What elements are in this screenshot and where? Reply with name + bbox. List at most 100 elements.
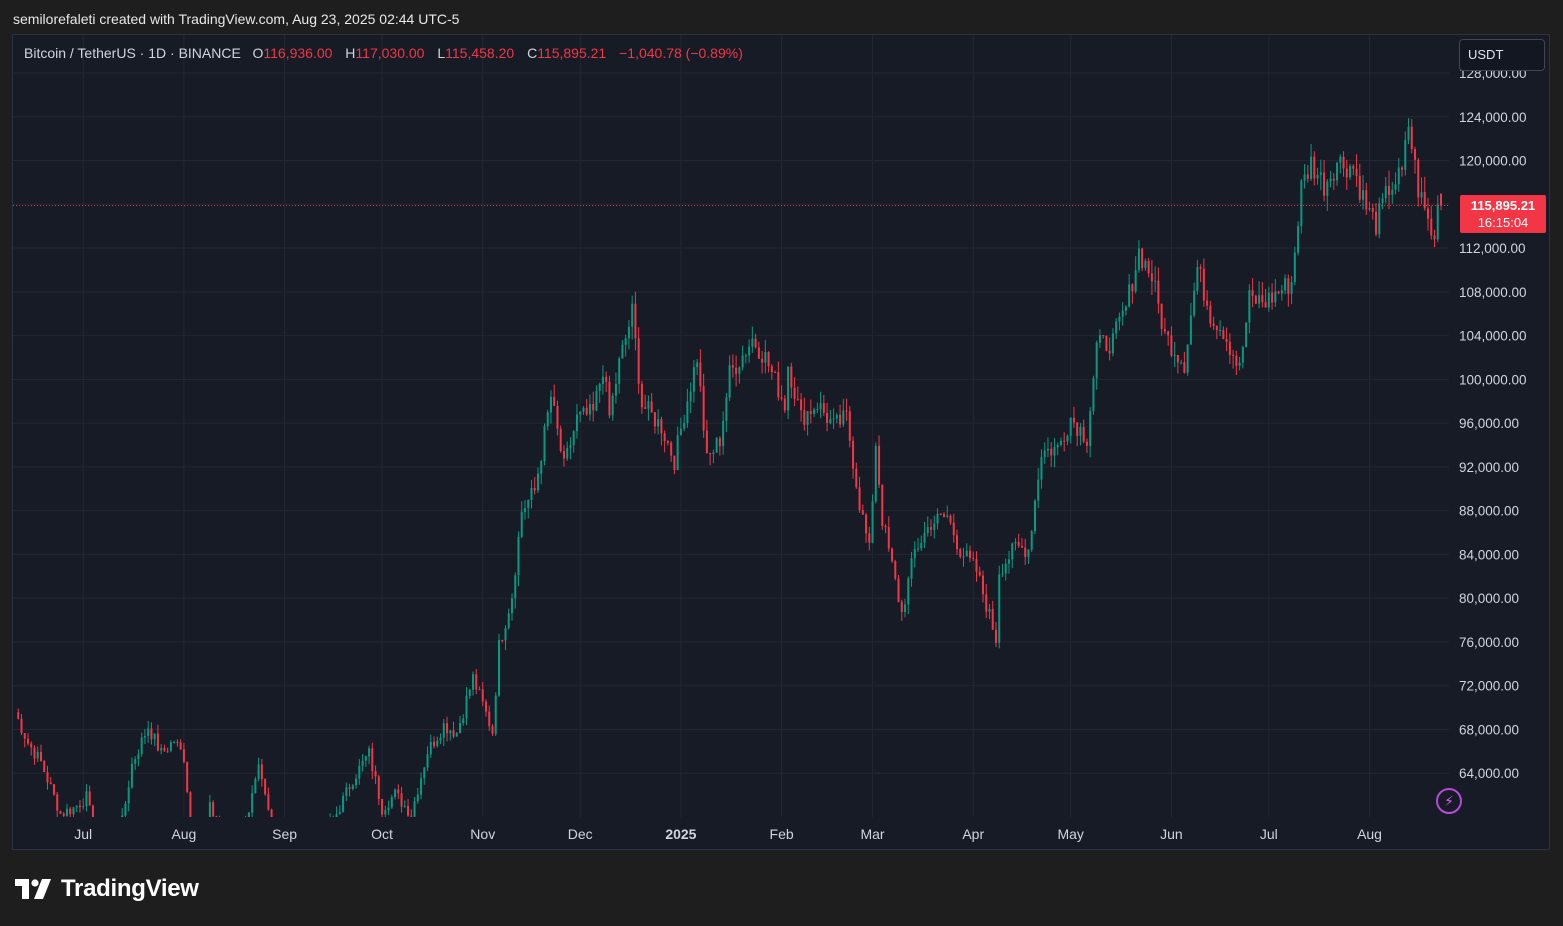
- candle-body: [783, 398, 786, 411]
- candle-body: [955, 535, 959, 550]
- candle-body: [166, 750, 169, 752]
- candle-body: [1196, 267, 1199, 291]
- candle-body: [481, 689, 484, 702]
- tradingview-logo-icon: [15, 879, 51, 899]
- candle-body: [852, 440, 855, 469]
- candle-body: [403, 805, 406, 807]
- candle-body: [657, 419, 660, 427]
- candle-body: [709, 453, 712, 455]
- candle-body: [78, 805, 81, 808]
- candle-body: [595, 390, 598, 411]
- candle-body: [806, 411, 809, 425]
- candle-body: [878, 445, 881, 485]
- candle-body: [1264, 302, 1267, 308]
- candle-body: [1313, 156, 1316, 179]
- candle-body: [780, 397, 783, 399]
- candle-body: [871, 501, 874, 543]
- candle-body: [608, 381, 611, 416]
- candle-body: [1063, 440, 1066, 442]
- candle-body: [689, 391, 692, 402]
- candle-body: [468, 689, 471, 696]
- candle-body: [484, 701, 488, 712]
- chart-panel[interactable]: 64,000.00 68,000.00 72,000.00 76,000.00 80,0…: [12, 34, 1550, 850]
- candle-body: [725, 397, 728, 421]
- candle-body: [1251, 290, 1254, 296]
- candle-body: [1040, 456, 1043, 480]
- candle-body: [1017, 542, 1020, 547]
- candle-body: [754, 338, 757, 348]
- candle-body: [1384, 185, 1387, 199]
- candle-body: [1420, 192, 1423, 198]
- candle-body: [1219, 329, 1222, 331]
- candle-body: [1368, 207, 1371, 210]
- candle-body: [1115, 321, 1118, 334]
- candle-body: [1349, 166, 1352, 178]
- candle-body: [1193, 290, 1196, 316]
- symbol-label[interactable]: Bitcoin / TetherUS · 1D · BINANCE: [24, 45, 241, 61]
- candle-body: [566, 447, 569, 459]
- candle-body: [1186, 344, 1189, 373]
- candle-body: [523, 508, 526, 512]
- currency-button[interactable]: USDT: [1459, 39, 1545, 71]
- candle-body: [917, 548, 920, 550]
- candle-body: [1267, 292, 1270, 308]
- candle-body: [1069, 417, 1072, 436]
- candle-body: [251, 793, 254, 813]
- candle-body: [1014, 542, 1017, 544]
- candle-body: [23, 733, 26, 739]
- candle-body: [215, 816, 218, 817]
- candle-body: [111, 844, 113, 848]
- candle-body: [1248, 290, 1251, 323]
- candle-body: [764, 352, 767, 363]
- candle-body: [140, 737, 143, 755]
- candle-body: [169, 742, 172, 751]
- candle-body: [949, 515, 952, 523]
- candle-body: [884, 525, 887, 528]
- candle-body: [1352, 166, 1355, 169]
- candle-body: [219, 821, 221, 826]
- candle-body: [462, 718, 465, 724]
- x-tick-label: 2025: [665, 826, 696, 842]
- candle-body: [1134, 270, 1137, 292]
- candlestick-chart[interactable]: 64,000.00 68,000.00 72,000.00 76,000.00 80,0…: [13, 35, 1549, 849]
- candle-body: [455, 733, 458, 737]
- candle-body: [631, 303, 634, 327]
- candle-body: [442, 723, 445, 738]
- y-tick-label: 80,000.00: [1459, 591, 1519, 606]
- chart-caption: semilorefaleti created with TradingView.…: [13, 11, 460, 27]
- candle-body: [323, 827, 325, 843]
- candle-body: [835, 414, 838, 419]
- candle-body: [1150, 273, 1153, 282]
- candle-body: [536, 473, 539, 491]
- candle-body: [52, 784, 55, 795]
- candle-body: [731, 365, 734, 368]
- candle-body: [800, 399, 803, 411]
- candle-body: [644, 407, 647, 409]
- candle-body: [1401, 167, 1404, 170]
- candle-body: [855, 468, 858, 488]
- candle-body: [433, 741, 436, 747]
- candle-body: [735, 367, 738, 374]
- y-tick-label: 96,000.00: [1459, 416, 1519, 431]
- candle-body: [848, 411, 851, 441]
- candle-body: [449, 730, 452, 734]
- candle-body: [137, 754, 140, 760]
- candle-body: [627, 326, 630, 339]
- candle-body: [1310, 156, 1313, 179]
- candle-body: [232, 840, 234, 844]
- candle-body: [845, 410, 848, 412]
- candle-body: [225, 832, 227, 833]
- candle-body: [410, 815, 413, 817]
- candle-body: [1160, 303, 1163, 330]
- candle-body: [1439, 194, 1443, 206]
- candle-body: [621, 344, 624, 359]
- candle-body: [348, 787, 351, 789]
- candle-body: [247, 812, 250, 817]
- tradingview-logo[interactable]: TradingView: [15, 875, 199, 903]
- candle-body: [1102, 335, 1105, 337]
- candle-body: [478, 689, 481, 691]
- candle-body: [670, 442, 673, 456]
- candle-body: [865, 514, 868, 534]
- candle-body: [585, 407, 588, 415]
- bolt-icon[interactable]: ⚡: [1436, 788, 1462, 814]
